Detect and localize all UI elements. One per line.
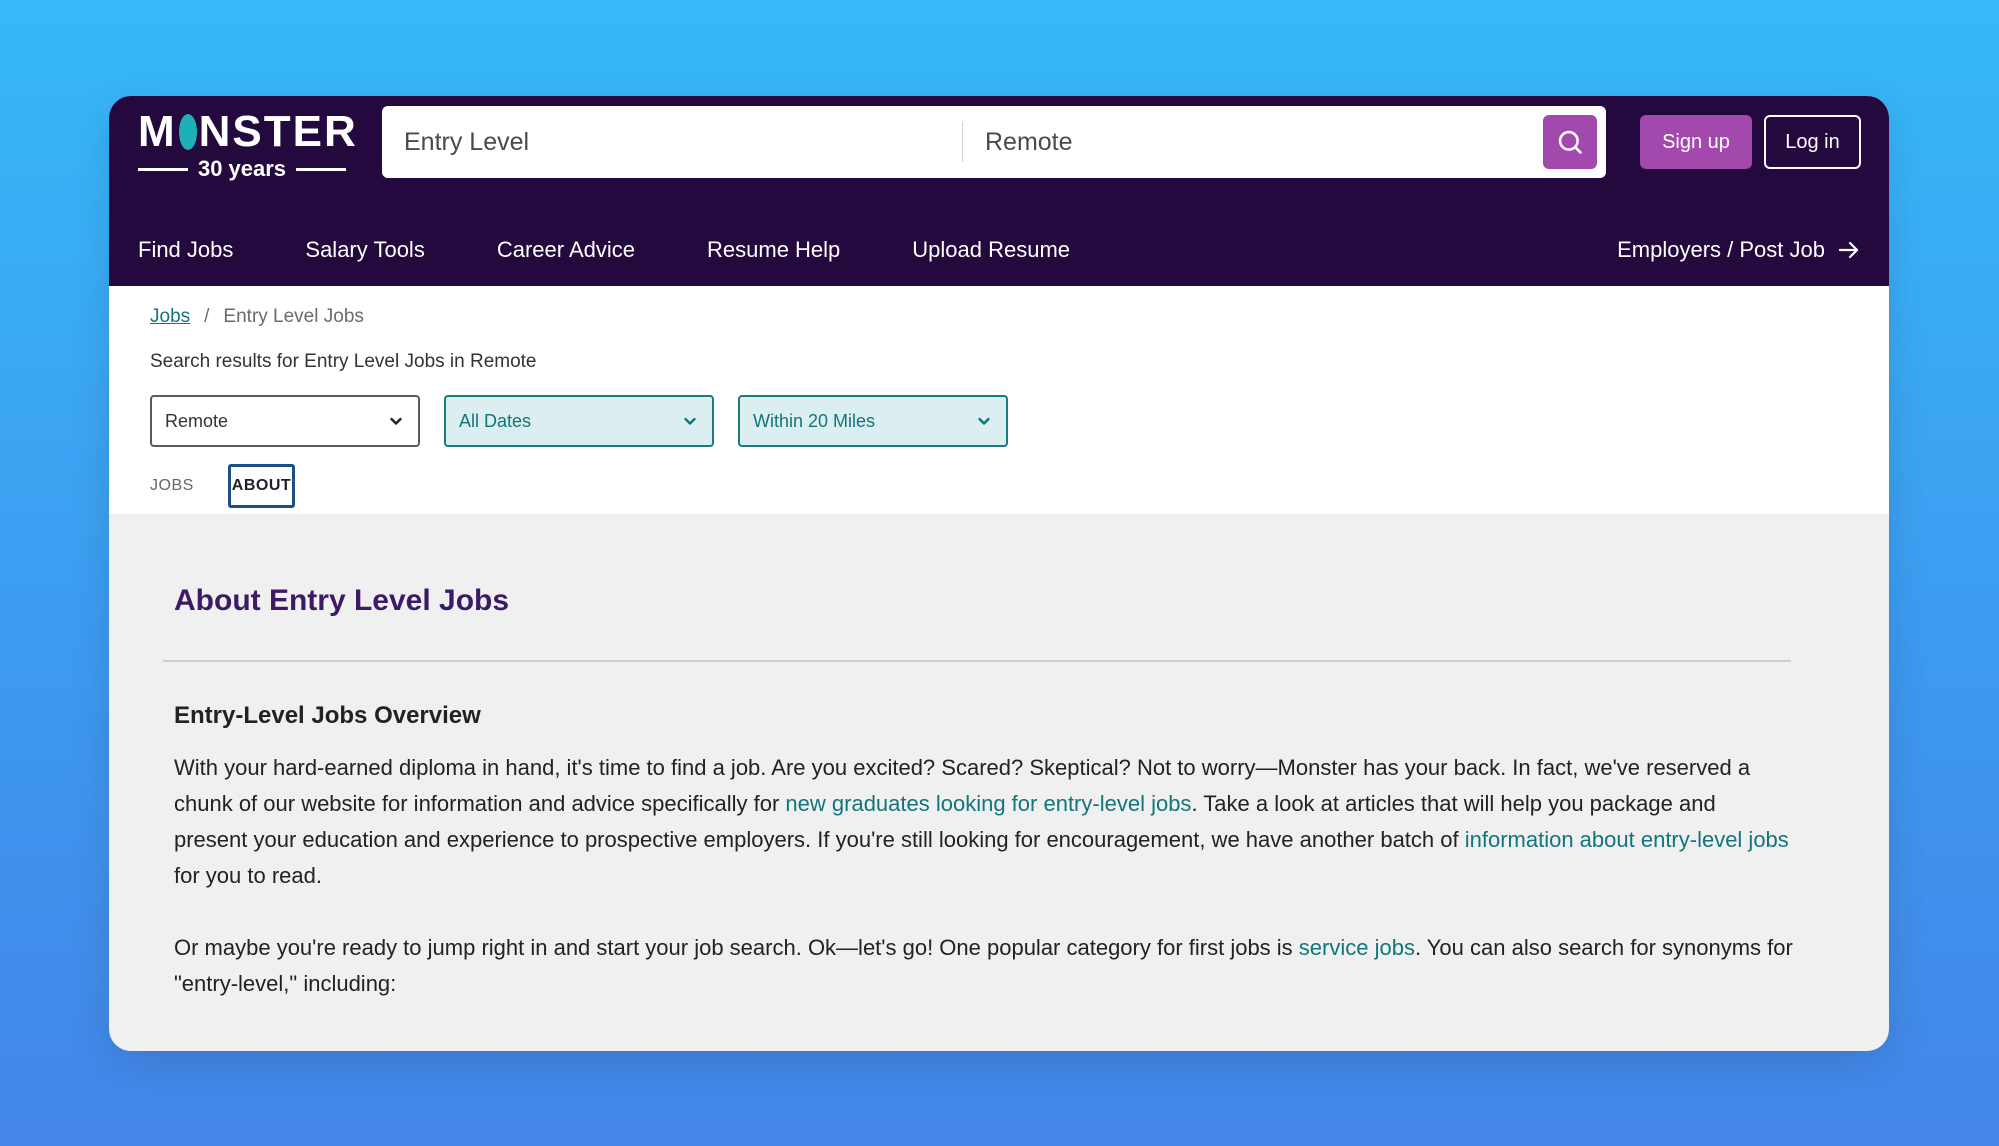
filter-label: Within 20 Miles bbox=[753, 410, 876, 431]
search-subheader: Jobs / Entry Level Jobs Search results f… bbox=[109, 286, 1889, 514]
search-button[interactable] bbox=[1543, 115, 1597, 169]
logo-o-ring-icon bbox=[178, 114, 197, 150]
overview-heading: Entry-Level Jobs Overview bbox=[174, 702, 481, 729]
service-jobs-link[interactable]: service jobs bbox=[1299, 935, 1415, 960]
chevron-down-icon bbox=[684, 417, 696, 425]
search-icon bbox=[1558, 130, 1582, 154]
chevron-down-icon bbox=[978, 417, 990, 425]
location-search-input[interactable]: Remote bbox=[963, 106, 1543, 178]
search-bar: Entry Level Remote bbox=[382, 106, 1606, 178]
about-heading: About Entry Level Jobs bbox=[174, 584, 510, 617]
filter-label: All Dates bbox=[459, 410, 532, 431]
chevron-down-icon bbox=[390, 417, 402, 425]
new-graduates-link[interactable]: new graduates looking for entry-level jo… bbox=[785, 791, 1191, 816]
breadcrumb-jobs-link[interactable]: Jobs bbox=[150, 306, 190, 328]
about-content: About Entry Level Jobs Entry-Level Jobs … bbox=[109, 514, 1889, 1051]
entry-level-info-link[interactable]: information about entry-level jobs bbox=[1465, 827, 1789, 852]
breadcrumb-separator: / bbox=[204, 306, 210, 327]
tab-about[interactable]: ABOUT bbox=[227, 464, 296, 508]
breadcrumb: Jobs / Entry Level Jobs bbox=[150, 306, 364, 328]
site-header: M NSTER 30 years Entry Level Remote Sign… bbox=[109, 96, 1889, 286]
overview-paragraph-2: Or maybe you're ready to jump right in a… bbox=[174, 935, 1793, 996]
main-nav: Find Jobs Salary Tools Career Advice Res… bbox=[138, 230, 1142, 270]
overview-paragraph-1: With your hard-earned diploma in hand, i… bbox=[174, 755, 1789, 888]
nav-career-advice[interactable]: Career Advice bbox=[497, 237, 635, 263]
keyword-search-input[interactable]: Entry Level bbox=[382, 106, 962, 178]
breadcrumb-current: Entry Level Jobs bbox=[223, 306, 364, 327]
browser-window: M NSTER 30 years Entry Level Remote Sign… bbox=[109, 96, 1889, 1051]
nav-resume-help[interactable]: Resume Help bbox=[707, 237, 840, 263]
sign-up-button[interactable]: Sign up bbox=[1640, 115, 1752, 169]
tab-jobs[interactable]: JOBS bbox=[150, 477, 194, 495]
location-type-filter[interactable]: Remote bbox=[150, 395, 420, 447]
log-in-button[interactable]: Log in bbox=[1764, 115, 1861, 169]
filter-bar: Remote All Dates Within 20 Miles bbox=[150, 395, 1008, 447]
distance-filter[interactable]: Within 20 Miles bbox=[738, 395, 1008, 447]
nav-salary-tools[interactable]: Salary Tools bbox=[305, 237, 424, 263]
monster-logo[interactable]: M NSTER 30 years bbox=[138, 107, 358, 184]
nav-employers-post-job[interactable]: Employers / Post Job bbox=[1617, 230, 1861, 270]
search-results-summary: Search results for Entry Level Jobs in R… bbox=[150, 351, 537, 372]
filter-label: Remote bbox=[165, 410, 229, 431]
nav-find-jobs[interactable]: Find Jobs bbox=[138, 237, 233, 263]
section-divider bbox=[163, 660, 1791, 662]
employers-label: Employers / Post Job bbox=[1617, 237, 1825, 262]
logo-wordmark: M NSTER bbox=[138, 107, 358, 156]
date-posted-filter[interactable]: All Dates bbox=[444, 395, 714, 447]
arrow-right-icon bbox=[1838, 241, 1859, 259]
nav-upload-resume[interactable]: Upload Resume bbox=[912, 237, 1070, 263]
logo-subtitle: 30 years bbox=[138, 156, 346, 182]
results-tabs: JOBS ABOUT bbox=[150, 464, 296, 508]
